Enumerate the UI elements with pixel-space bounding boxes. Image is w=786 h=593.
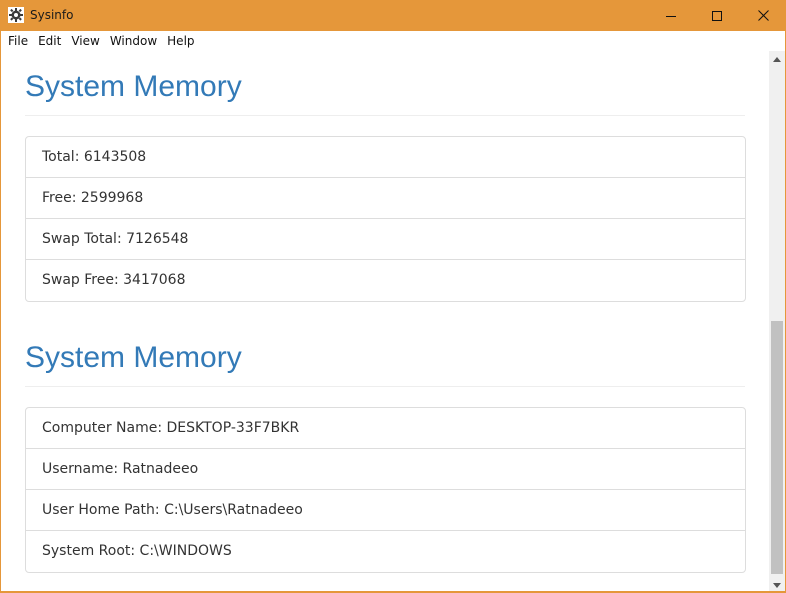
system-list: Computer Name: DESKTOP-33F7BKR Username:… <box>25 407 746 573</box>
menu-file[interactable]: File <box>3 31 33 51</box>
section-title-system: System Memory <box>25 341 242 374</box>
menu-bar: File Edit View Window Help <box>0 31 786 51</box>
list-item-swap-free: Swap Free: 3417068 <box>42 272 186 288</box>
close-icon <box>757 10 769 21</box>
scroll-up-button[interactable] <box>769 51 785 67</box>
section-divider <box>25 115 745 116</box>
title-bar[interactable]: Sysinfo <box>0 0 786 31</box>
chevron-down-icon <box>773 582 781 588</box>
gear-icon <box>8 7 24 23</box>
list-item-username: Username: Ratnadeeo <box>26 449 745 490</box>
content-area: System Memory Total: 6143508 Free: 25999… <box>0 51 769 593</box>
list-item-swap-total: Swap Total: 7126548 <box>26 219 745 260</box>
vertical-scrollbar[interactable] <box>769 51 786 593</box>
section-title-memory: System Memory <box>25 70 242 103</box>
window-title: Sysinfo <box>30 8 74 22</box>
list-item-computer-name: Computer Name: DESKTOP-33F7BKR <box>26 408 745 449</box>
minimize-button[interactable] <box>648 0 694 31</box>
section-divider <box>25 386 745 387</box>
list-item-system-root: System Root: C:\WINDOWS <box>42 543 232 559</box>
maximize-button[interactable] <box>694 0 740 31</box>
menu-edit[interactable]: Edit <box>33 31 66 51</box>
menu-help[interactable]: Help <box>162 31 199 51</box>
scrollbar-thumb[interactable] <box>771 321 783 574</box>
menu-window[interactable]: Window <box>105 31 162 51</box>
minimize-icon <box>666 15 676 17</box>
maximize-icon <box>712 10 722 21</box>
list-item-total: Total: 6143508 <box>26 137 745 178</box>
list-item-home-path: User Home Path: C:\Users\Ratnadeeo <box>26 490 745 531</box>
chevron-up-icon <box>773 56 781 62</box>
list-item-free: Free: 2599968 <box>26 178 745 219</box>
memory-list: Total: 6143508 Free: 2599968 Swap Total:… <box>25 136 746 302</box>
menu-view[interactable]: View <box>66 31 104 51</box>
close-button[interactable] <box>740 0 786 31</box>
